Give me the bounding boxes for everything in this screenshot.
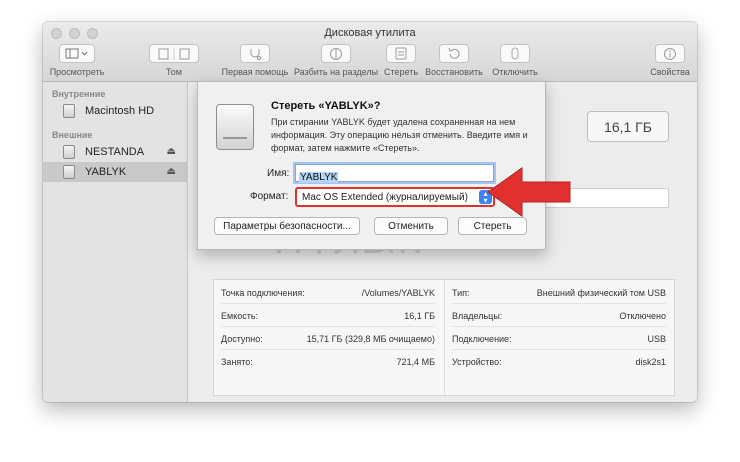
info-key: Доступно:	[221, 333, 263, 344]
name-field-value: YABLYK	[299, 172, 339, 183]
toolbar-info[interactable]: Свойства	[645, 44, 695, 77]
toolbar-volume[interactable]: Том	[141, 44, 207, 77]
format-select-value: Mac OS Extended (журналируемый)	[302, 191, 468, 203]
unmount-button[interactable]	[500, 44, 530, 63]
toolbar-erase[interactable]: Стереть	[377, 44, 425, 77]
internal-disk-icon	[63, 104, 75, 118]
sidebar-header-external: Внешние	[52, 130, 93, 140]
view-label: Просмотреть	[49, 67, 105, 77]
eject-icon[interactable]: ⏏	[167, 166, 176, 177]
volume-label: Том	[166, 67, 182, 77]
info-value: 15,71 ГБ (329,8 МБ очищаемо)	[306, 333, 435, 344]
info-value: 16,1 ГБ	[404, 310, 435, 321]
sidebar: Внутренние Macintosh HD Внешние NESTANDA…	[43, 82, 188, 402]
red-arrow-annotation	[487, 167, 571, 217]
info-divider	[444, 280, 445, 395]
info-key: Емкость:	[221, 310, 259, 321]
info-value: /Volumes/YABLYK	[361, 287, 435, 298]
info-key: Устройство:	[452, 356, 502, 367]
title-bar: Дисковая утилита Просмотреть Том Первая …	[43, 22, 697, 82]
eject-icon[interactable]: ⏏	[167, 146, 176, 157]
restore-button[interactable]	[439, 44, 469, 63]
volume-button[interactable]	[149, 44, 199, 63]
restore-label: Восстановить	[425, 67, 483, 77]
info-row-device: Устройство: disk2s1	[452, 350, 666, 373]
info-value: USB	[647, 333, 666, 344]
erase-disk-icon	[395, 47, 407, 60]
dialog-title: Стереть «YABLYK»?	[271, 100, 381, 112]
info-key: Занято:	[221, 356, 253, 367]
info-key: Владельцы:	[452, 310, 503, 321]
toolbar-partition[interactable]: Разбить на разделы	[291, 44, 381, 77]
unmount-icon	[511, 47, 519, 60]
cancel-button[interactable]: Отменить	[374, 217, 448, 235]
sidebar-item-nestanda[interactable]: NESTANDA ⏏	[43, 142, 188, 162]
first-aid-label: Первая помощь	[221, 67, 289, 77]
name-label: Имя:	[267, 168, 290, 179]
info-row-owners: Владельцы: Отключено	[452, 304, 666, 327]
info-button[interactable]	[655, 44, 685, 63]
info-row-type: Тип: Внешний физический том USB	[452, 281, 666, 304]
add-remove-volume-icon	[158, 47, 190, 60]
erase-confirm-button[interactable]: Стереть	[458, 217, 527, 235]
sidebar-item-yablyk[interactable]: YABLYK ⏏	[43, 162, 188, 182]
sidebar-item-label: NESTANDA	[85, 146, 145, 158]
toolbar-first-aid[interactable]: Первая помощь	[215, 44, 295, 77]
format-label: Формат:	[250, 191, 289, 202]
sidebar-item-label: YABLYK	[85, 166, 127, 178]
info-key: Подключение:	[452, 333, 512, 344]
dialog-message: При стирании YABLYK будет удалена сохран…	[271, 117, 528, 153]
toolbar-restore[interactable]: Восстановить	[421, 44, 487, 77]
info-label: Свойства	[650, 67, 690, 77]
toolbar-view[interactable]: Просмотреть	[47, 44, 107, 77]
hard-drive-icon	[216, 104, 254, 150]
name-field[interactable]: YABLYK	[295, 164, 494, 183]
stethoscope-icon	[250, 48, 261, 60]
sidebar-header-internal: Внутренние	[52, 89, 106, 99]
sidebar-item-macintosh-hd[interactable]: Macintosh HD	[43, 101, 188, 121]
external-disk-icon	[63, 145, 75, 159]
erase-toolbar-button[interactable]	[386, 44, 416, 63]
info-icon	[664, 47, 676, 60]
info-row-used: Занято: 721,4 МБ	[221, 350, 435, 373]
restore-arrow-icon	[448, 47, 460, 59]
info-row-mount-point: Точка подключения: /Volumes/YABLYK	[221, 281, 435, 304]
window-title: Дисковая утилита	[324, 27, 416, 39]
info-key: Тип:	[452, 287, 470, 298]
capacity-badge: 16,1 ГБ	[587, 111, 669, 142]
sidebar-view-icon	[65, 48, 88, 59]
info-value: Отключено	[619, 310, 666, 321]
view-button[interactable]	[59, 44, 95, 63]
toolbar-unmount[interactable]: Отключить	[487, 44, 543, 77]
partition-label: Разбить на разделы	[293, 67, 379, 77]
format-select[interactable]: Mac OS Extended (журналируемый) ▴ ▾	[295, 187, 495, 207]
info-row-available: Доступно: 15,71 ГБ (329,8 МБ очищаемо)	[221, 327, 435, 350]
security-options-button[interactable]: Параметры безопасности...	[214, 217, 360, 235]
sidebar-item-label: Macintosh HD	[85, 105, 155, 117]
info-value: disk2s1	[635, 356, 666, 367]
info-value: 721,4 МБ	[396, 356, 435, 367]
info-row-capacity: Емкость: 16,1 ГБ	[221, 304, 435, 327]
info-row-connection: Подключение: USB	[452, 327, 666, 350]
info-table: Точка подключения: /Volumes/YABLYK Емкос…	[213, 279, 675, 396]
info-value: Внешний физический том USB	[536, 287, 666, 298]
info-key: Точка подключения:	[221, 287, 305, 298]
external-disk-icon	[63, 165, 75, 179]
partition-button[interactable]	[321, 44, 351, 63]
unmount-label: Отключить	[492, 67, 538, 77]
first-aid-button[interactable]	[240, 44, 270, 63]
erase-toolbar-label: Стереть	[383, 67, 419, 77]
partition-pie-icon	[330, 47, 342, 60]
